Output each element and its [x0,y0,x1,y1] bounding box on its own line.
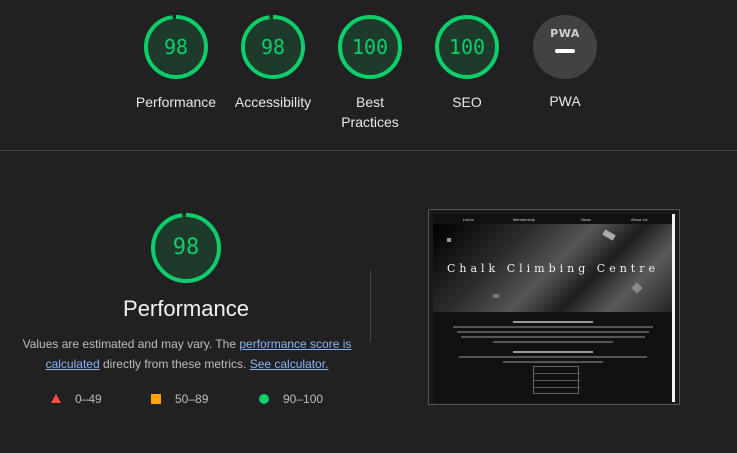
score-value: 98 [172,235,200,260]
page-screenshot-thumbnail[interactable]: Home Membership News About Us Chalk Clim… [428,209,680,405]
calculator-link[interactable]: See calculator. [250,357,329,371]
thumbnail-hero-title: Chalk Climbing Centre [446,262,659,275]
desc-text: Values are estimated and may vary. The [22,337,240,351]
category-label: Performance [135,94,217,110]
category-label: SEO [452,94,482,110]
category-label: Accessibility [234,94,312,110]
legend-range: 0–49 [75,392,102,406]
thumbnail-nav-item: Home [463,217,474,222]
thumbnail-table-rule [534,387,580,388]
thumbnail-text-line [461,336,645,338]
thumbnail-heading-line [513,321,593,323]
thumbnail-nav-item: About Us [631,217,648,222]
gauge-performance[interactable]: 98 Performance [126,14,226,112]
thumbnail-text-line [453,326,653,328]
thumbnail-text-line [457,331,649,333]
category-label: PWA [549,93,581,109]
thumbnail-scrollbar [672,214,675,402]
gauge-pwa[interactable]: PWA PWA [515,14,615,111]
thumbnail-hero-image: Chalk Climbing Centre [433,224,673,312]
square-icon [151,394,161,404]
category-label: Best Practices [341,94,399,130]
rock-shard [447,238,451,242]
legend-range: 50–89 [175,392,209,406]
thumbnail-nav-item: Membership [513,217,536,222]
section-divider [0,150,737,151]
score-ring: 100 [434,14,500,80]
thumbnail-body [453,318,653,366]
thumbnail-heading-line [513,351,593,353]
thumbnail-table-rule [534,380,580,381]
score-value: 100 [448,35,486,59]
screenshot-content: Home Membership News About Us Chalk Clim… [433,214,673,402]
vertical-divider [370,270,371,342]
score-value: 100 [351,35,389,59]
score-value: 98 [260,35,286,59]
thumbnail-nav: Home Membership News About Us [433,214,673,224]
score-value: 98 [163,35,189,59]
dash-icon [555,49,575,53]
performance-gauge: 98 [150,212,222,284]
score-ring: 98 [143,14,209,80]
thumbnail-table-rule [534,373,580,374]
thumbnail-nav-item: News [581,217,592,222]
thumbnail-text-line [459,356,647,358]
category-gauges: 98 Performance 98 Accessibility 100 Best… [0,0,737,150]
rock-shard [602,229,616,241]
page-title: Performance [123,296,249,321]
performance-description: Values are estimated and may vary. The p… [22,334,352,374]
legend-range: 90–100 [283,392,324,406]
gauge-best-practices[interactable]: 100 Best Practices [320,14,420,132]
score-ring: 100 [337,14,403,80]
gauge-accessibility[interactable]: 98 Accessibility [223,14,323,112]
pwa-badge: PWA [533,15,597,79]
triangle-icon [51,394,61,403]
gauge-seo[interactable]: 100 SEO [417,14,517,112]
score-legend: 0–49 50–89 90–100 [0,390,370,408]
circle-icon [259,394,269,404]
thumbnail-table [533,366,580,394]
score-ring: 98 [240,14,306,80]
thumbnail-text-line [493,341,613,343]
rock-shard [493,294,499,298]
desc-text: directly from these metrics. [99,357,250,371]
pwa-icon: PWA [550,27,580,40]
thumbnail-text-line [503,361,603,363]
rock-shard [631,282,643,294]
